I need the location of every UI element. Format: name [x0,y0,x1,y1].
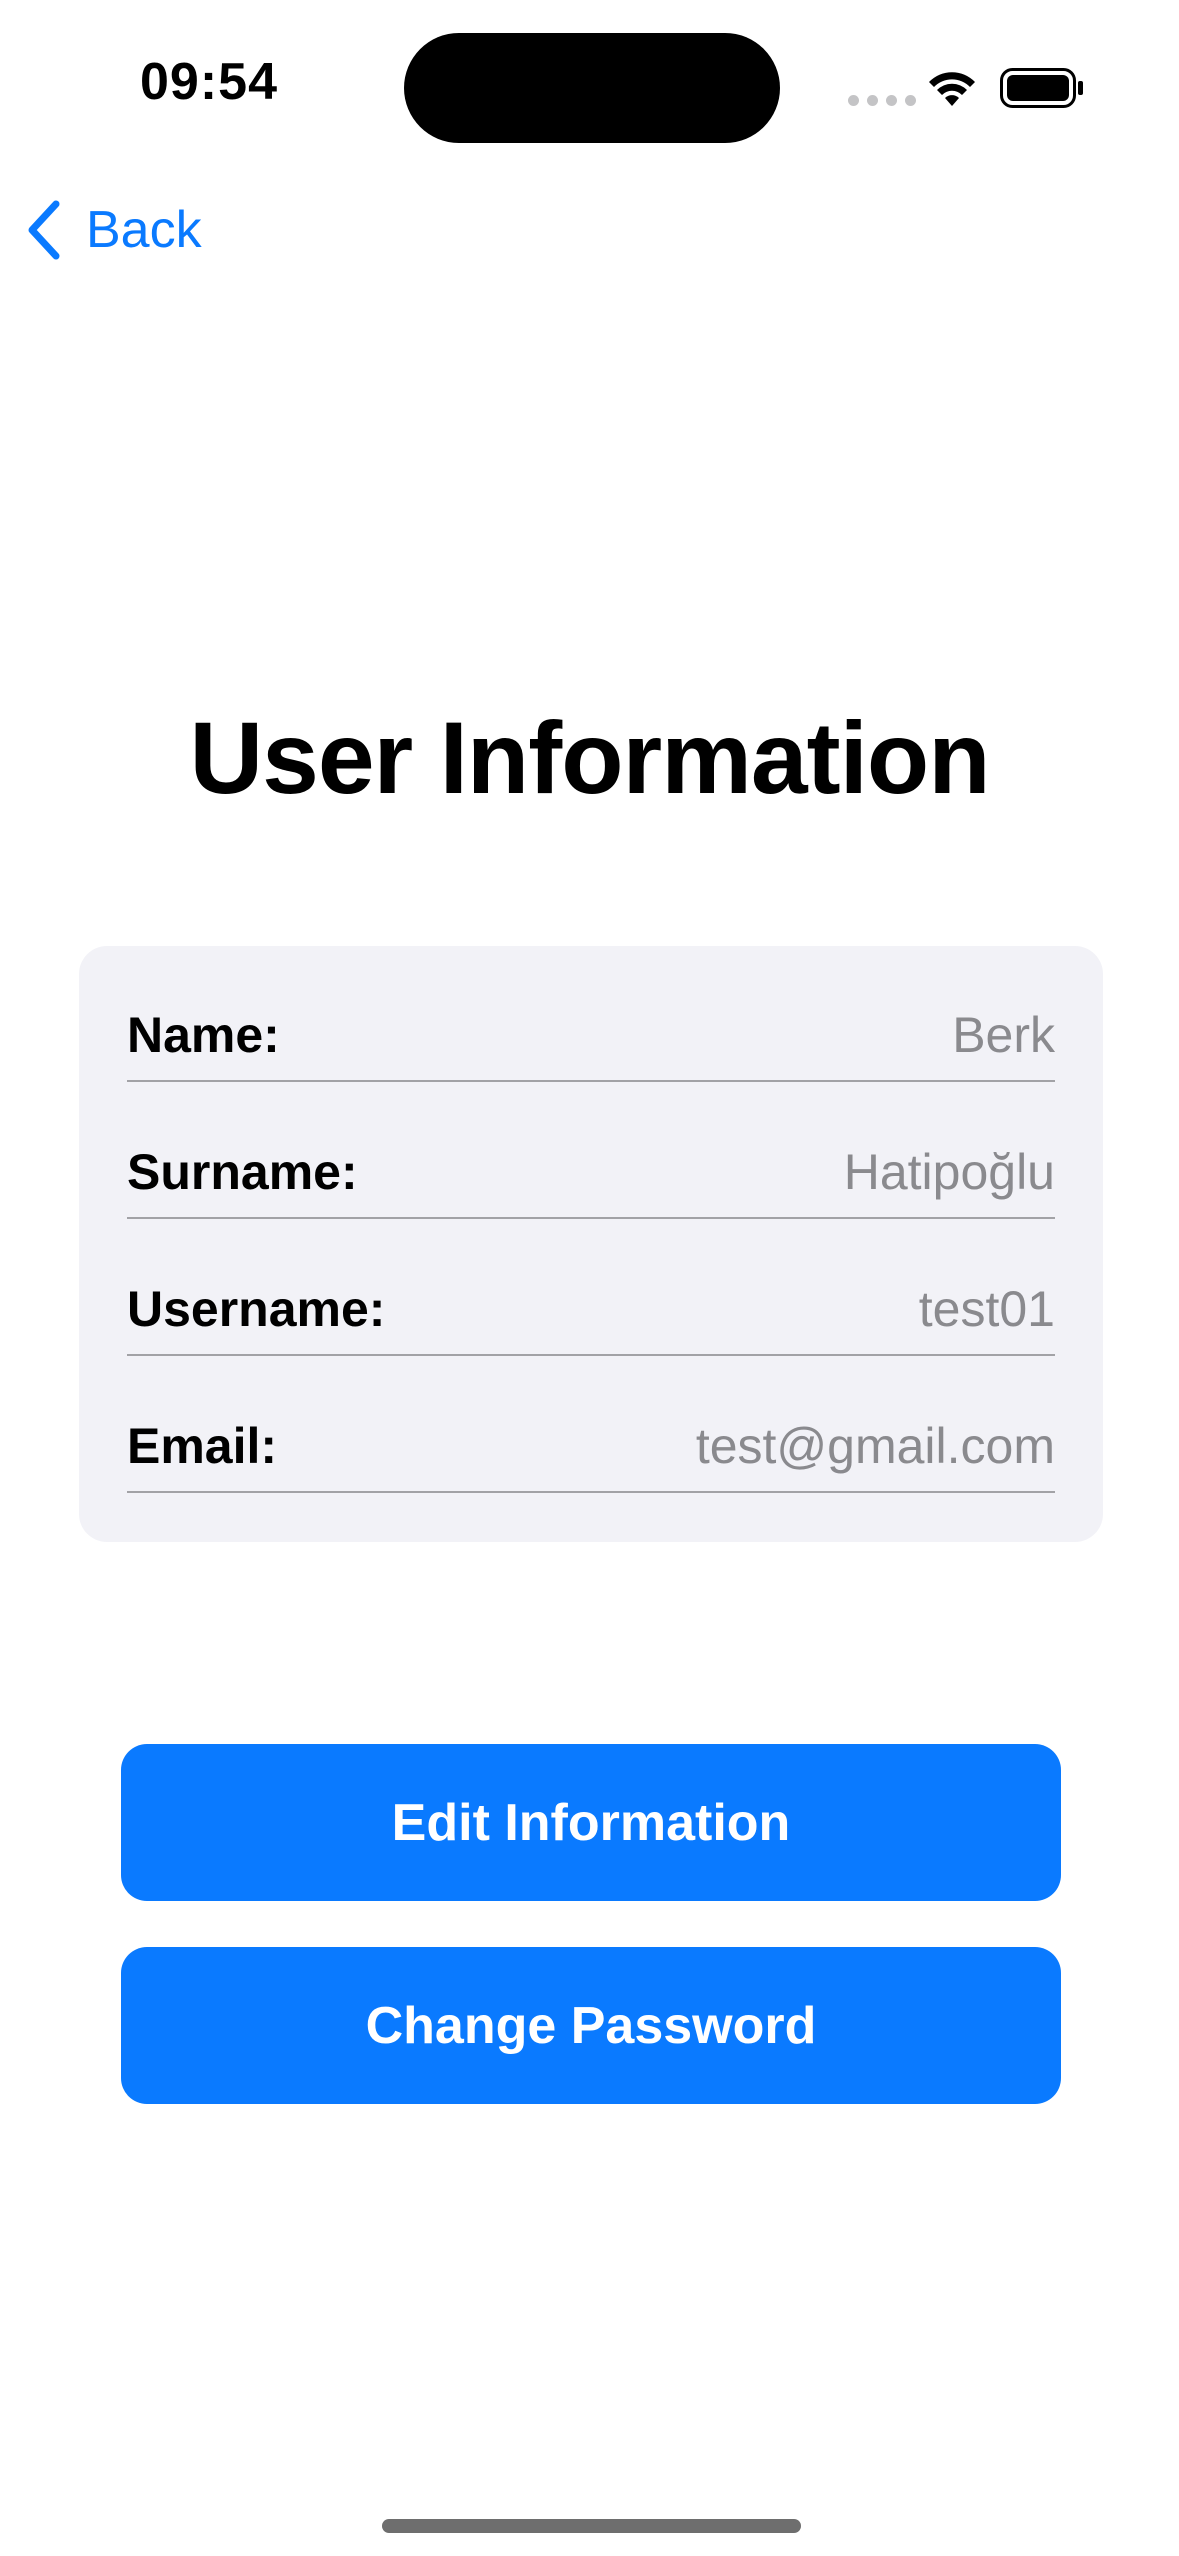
name-value: Berk [952,1007,1055,1063]
info-row-name: Name: Berk [127,946,1055,1082]
username-value: test01 [918,1281,1055,1337]
back-button[interactable]: Back [24,190,202,270]
battery-icon [1000,68,1083,108]
username-label: Username: [127,1281,386,1337]
home-indicator[interactable] [382,2519,801,2533]
signal-dots-icon [848,95,916,106]
name-label: Name: [127,1007,280,1063]
info-row-surname: Surname: Hatipoğlu [127,1083,1055,1219]
surname-label: Surname: [127,1144,358,1200]
email-value: test@gmail.com [695,1418,1055,1474]
user-info-card: Name: Berk Surname: Hatipoğlu Username: … [79,946,1103,1542]
wifi-icon [929,72,975,106]
edit-information-button[interactable]: Edit Information [121,1744,1061,1901]
email-label: Email: [127,1418,278,1474]
status-time: 09:54 [140,53,278,111]
info-row-email: Email: test@gmail.com [127,1357,1055,1493]
change-password-button[interactable]: Change Password [121,1947,1061,2104]
page-title: User Information [189,701,990,815]
dynamic-island [404,33,780,143]
info-row-username: Username: test01 [127,1220,1055,1356]
chevron-left-icon [28,200,60,260]
back-label: Back [86,201,202,259]
surname-value: Hatipoğlu [843,1144,1055,1200]
